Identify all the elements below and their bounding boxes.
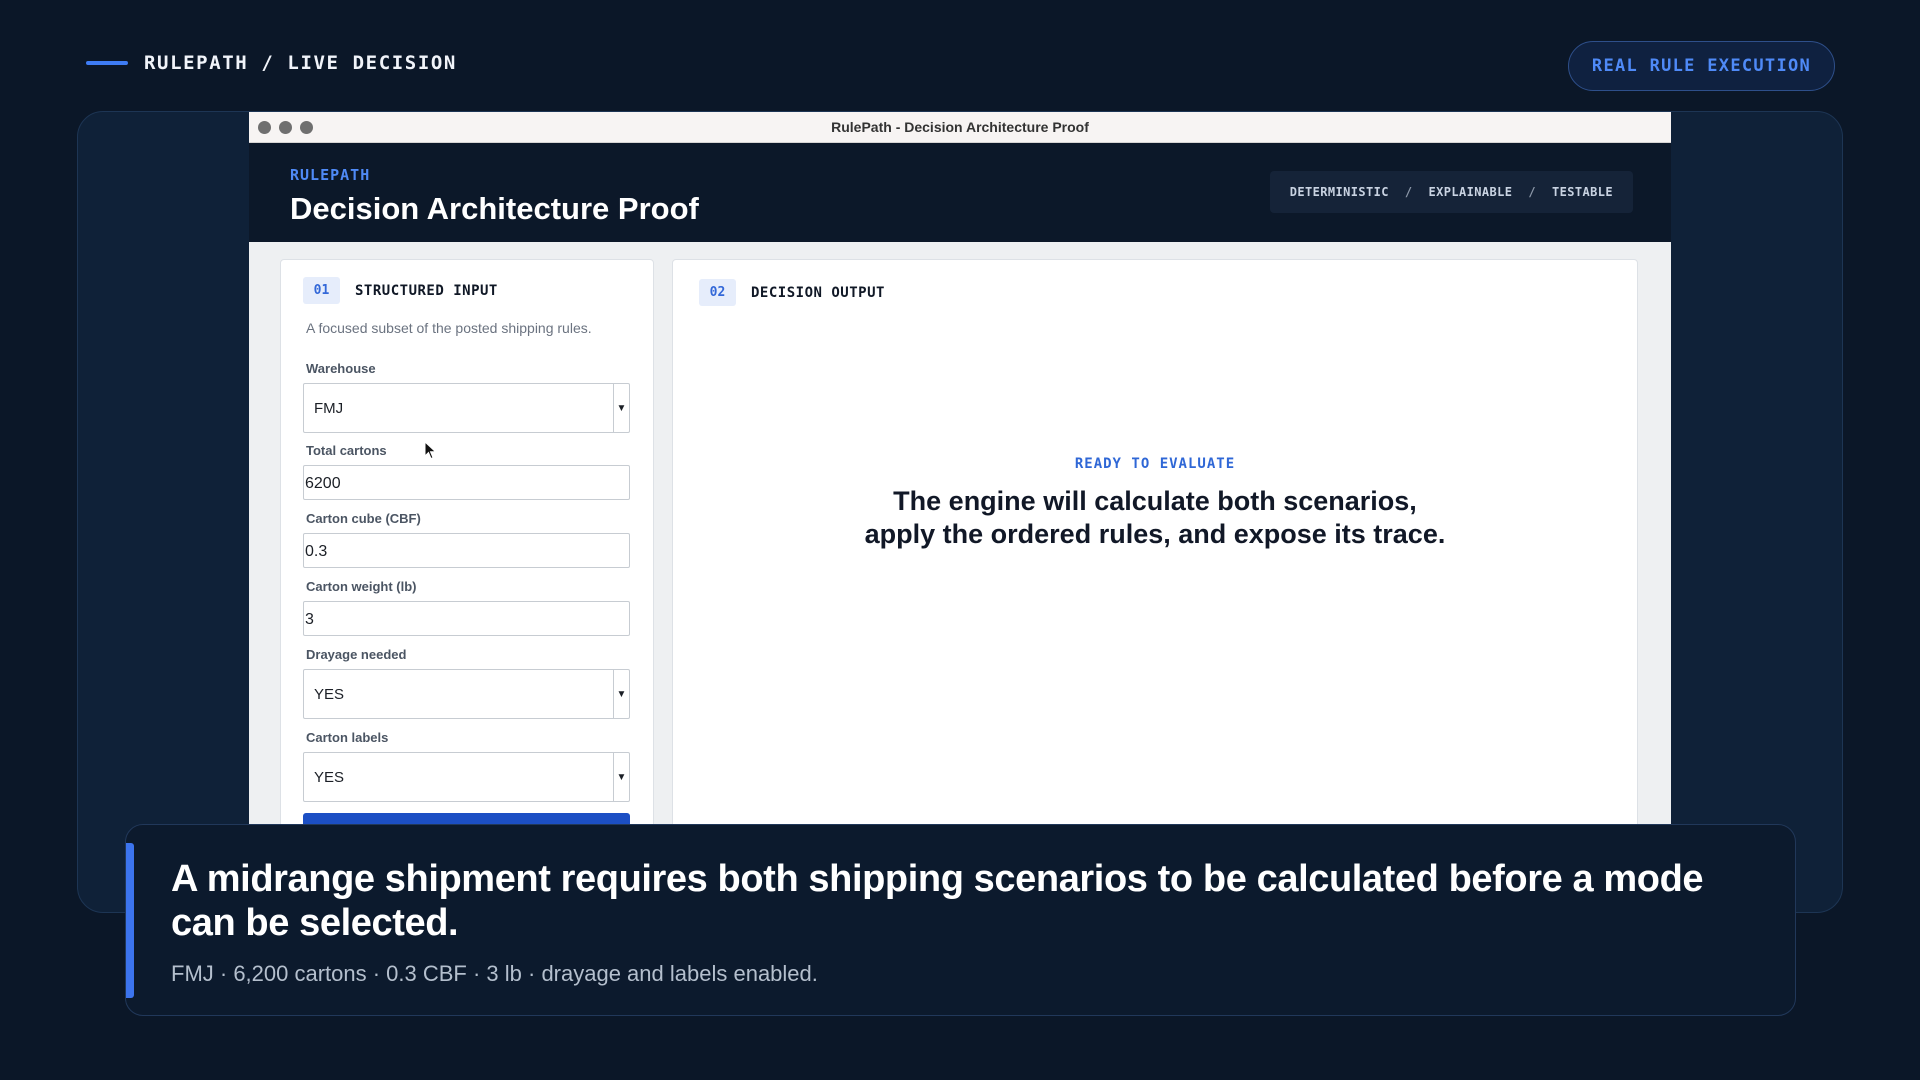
- maximize-window-button[interactable]: [300, 121, 313, 134]
- tag-deterministic: DETERMINISTIC: [1289, 185, 1389, 199]
- chevron-down-icon: ▼: [613, 670, 629, 718]
- brand-accent-line: [86, 61, 128, 65]
- warehouse-select[interactable]: FMJ ▼: [303, 383, 630, 433]
- carton-weight-input[interactable]: 3: [303, 601, 630, 636]
- status-message-line: apply the ordered rules, and expose its …: [864, 519, 1446, 549]
- input-panel-header: 01 STRUCTURED INPUT: [303, 277, 498, 304]
- carton-weight-label: Carton weight (lb): [306, 579, 417, 594]
- tag-separator: /: [1404, 185, 1413, 199]
- page-title: Decision Architecture Proof: [290, 191, 699, 226]
- input-panel-description: A focused subset of the posted shipping …: [306, 320, 592, 336]
- property-tags: DETERMINISTIC / EXPLAINABLE / TESTABLE: [1269, 171, 1633, 213]
- chevron-down-icon: ▼: [613, 384, 629, 432]
- warehouse-value: FMJ: [314, 400, 344, 417]
- window-title: RulePath - Decision Architecture Proof: [831, 119, 1089, 135]
- total-cartons-input[interactable]: 6200: [303, 465, 630, 500]
- slide-brand: RULEPATH / LIVE DECISION: [86, 52, 457, 74]
- carton-labels-value: YES: [314, 769, 345, 786]
- app-eyebrow: RULEPATH: [290, 166, 371, 184]
- window-controls: [258, 121, 313, 134]
- carton-labels-select[interactable]: YES ▼: [303, 752, 630, 802]
- input-panel-title: STRUCTURED INPUT: [355, 282, 498, 299]
- carton-labels-label: Carton labels: [306, 730, 389, 745]
- close-window-button[interactable]: [258, 121, 271, 134]
- tag-explainable: EXPLAINABLE: [1428, 185, 1513, 199]
- caption-accent-bar: [126, 843, 134, 998]
- carton-cube-value: 0.3: [305, 543, 328, 560]
- output-panel-header: 02 DECISION OUTPUT: [699, 279, 885, 306]
- status-message: The engine will calculate both scenarios…: [673, 485, 1637, 551]
- warehouse-label: Warehouse: [306, 361, 376, 376]
- minimize-window-button[interactable]: [279, 121, 292, 134]
- structured-input-panel: 01 STRUCTURED INPUT A focused subset of …: [280, 259, 654, 914]
- drayage-value: YES: [314, 686, 345, 703]
- decision-output-panel: 02 DECISION OUTPUT READY TO EVALUATE The…: [672, 259, 1638, 914]
- drayage-select[interactable]: YES ▼: [303, 669, 630, 719]
- tag-testable: TESTABLE: [1552, 185, 1613, 199]
- total-cartons-label: Total cartons: [306, 443, 387, 458]
- execution-badge: REAL RULE EXECUTION: [1568, 41, 1835, 91]
- app-window: RulePath - Decision Architecture Proof R…: [249, 112, 1671, 914]
- mouse-cursor-icon: [424, 441, 437, 460]
- caption-card: A midrange shipment requires both shippi…: [125, 824, 1796, 1016]
- carton-cube-label: Carton cube (CBF): [306, 511, 421, 526]
- carton-weight-value: 3: [305, 611, 314, 628]
- status-label: READY TO EVALUATE: [1074, 456, 1236, 472]
- window-titlebar: RulePath - Decision Architecture Proof: [249, 112, 1671, 143]
- tag-separator: /: [1528, 185, 1536, 199]
- status-message-line: The engine will calculate both scenarios…: [893, 486, 1417, 516]
- caption-headline: A midrange shipment requires both shippi…: [171, 858, 1704, 944]
- carton-cube-input[interactable]: 0.3: [303, 533, 630, 568]
- output-step-number: 02: [699, 279, 736, 306]
- output-panel-title: DECISION OUTPUT: [751, 284, 885, 301]
- app-header: RULEPATH Decision Architecture Proof DET…: [249, 143, 1671, 242]
- drayage-label: Drayage needed: [306, 647, 407, 662]
- chevron-down-icon: ▼: [613, 753, 629, 801]
- total-cartons-value: 6200: [305, 475, 341, 492]
- caption-subline: FMJ · 6,200 cartons · 0.3 CBF · 3 lb · d…: [171, 961, 818, 986]
- slide-brand-text: RULEPATH / LIVE DECISION: [144, 52, 457, 74]
- input-step-number: 01: [303, 277, 340, 304]
